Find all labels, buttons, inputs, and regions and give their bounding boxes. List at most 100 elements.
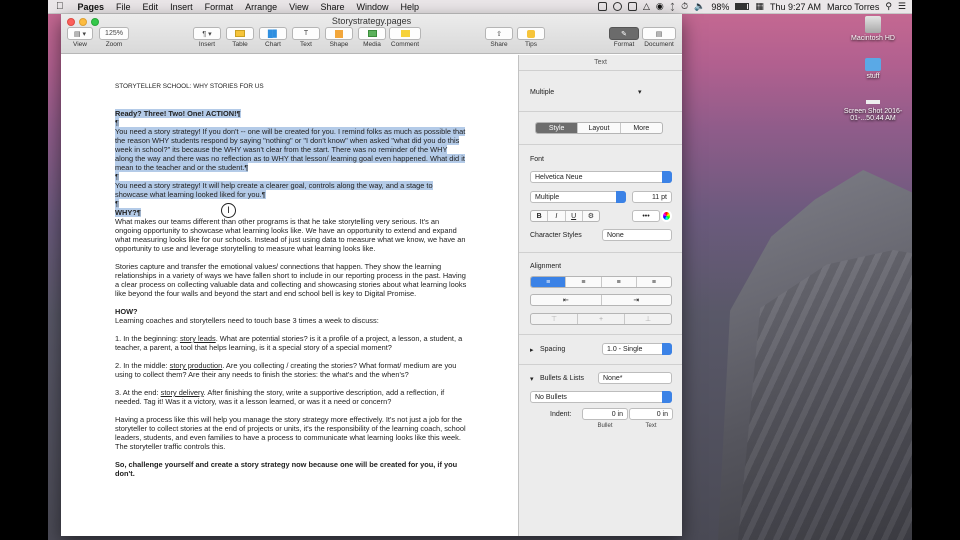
table-button[interactable]: Table <box>226 27 254 48</box>
font-size-field[interactable]: 11 pt <box>632 191 672 203</box>
pilcrow-line[interactable]: ¶ <box>115 199 467 208</box>
view-button[interactable]: ▤ ▾ View <box>67 27 93 48</box>
zoom-button[interactable]: 125% Zoom <box>99 27 129 48</box>
menu-insert[interactable]: Insert <box>164 2 199 12</box>
spacing-label[interactable]: Spacing <box>540 346 565 353</box>
text-button[interactable]: T Text <box>292 27 320 48</box>
menu-edit[interactable]: Edit <box>137 2 165 12</box>
paragraph-how[interactable]: Learning coaches and storytellers need t… <box>115 316 467 325</box>
disclosure-triangle-icon[interactable]: ▸ <box>530 346 534 354</box>
airplay-icon[interactable]: △ <box>643 1 650 12</box>
menu-help[interactable]: Help <box>395 2 426 12</box>
menu-file[interactable]: File <box>110 2 137 12</box>
text-color-well[interactable]: ••• <box>632 210 660 222</box>
notification-center-icon[interactable]: ☰ <box>898 1 906 12</box>
format-button[interactable]: ✎ Format <box>609 27 639 48</box>
list-item-end[interactable]: 3. At the end: story delivery. After fin… <box>115 388 467 406</box>
paragraph-style-name[interactable]: Multiple <box>530 89 554 96</box>
insert-button[interactable]: ¶ ▾ Insert <box>193 27 221 48</box>
apple-menu-icon[interactable]:  <box>48 1 72 12</box>
paragraph-why[interactable]: What makes our teams different than othe… <box>115 217 467 253</box>
increase-indent-icon[interactable]: ⇥ <box>602 295 672 305</box>
chevron-down-icon[interactable]: ▾ <box>638 88 642 96</box>
align-right-icon[interactable]: ≡ <box>602 277 637 287</box>
paragraph-challenge[interactable]: So, challenge yourself and create a stor… <box>115 460 467 478</box>
chart-button[interactable]: █▊ Chart <box>259 27 287 48</box>
tips-button[interactable]: Tips <box>517 27 545 48</box>
disclosure-triangle-icon[interactable]: ▾ <box>530 375 534 383</box>
stop-icon[interactable] <box>627 2 637 11</box>
paragraph-stories-capture[interactable]: Stories capture and transfer the emotion… <box>115 262 467 298</box>
text-indent-field[interactable]: 0 in <box>629 408 673 420</box>
align-left-icon[interactable]: ≡ <box>531 277 567 287</box>
underline-button[interactable]: U <box>566 211 583 221</box>
bullets-lists-label[interactable]: Bullets & Lists <box>540 375 584 382</box>
screen-record-icon[interactable] <box>597 2 607 11</box>
heading-action[interactable]: Ready? Three! Two! One! ACTION!¶ <box>115 109 467 118</box>
document-canvas[interactable]: STORYTELLER SCHOOL: WHY STORIES FOR US R… <box>61 55 518 536</box>
font-family-select[interactable]: Helvetica Neue <box>530 171 672 183</box>
list-term: story delivery <box>160 388 204 397</box>
tab-layout[interactable]: Layout <box>578 123 621 133</box>
input-source-icon[interactable]: ▦ <box>755 1 764 12</box>
sync-icon[interactable] <box>612 2 622 11</box>
align-center-icon[interactable]: ≡ <box>566 277 602 287</box>
gear-icon[interactable]: ⚙ <box>583 211 599 221</box>
share-button[interactable]: ⇧ Share <box>485 27 513 48</box>
window-title: Storystrategy.pages <box>331 16 412 26</box>
italic-button[interactable]: I <box>548 211 566 221</box>
align-justify-icon[interactable]: ≡ <box>637 277 671 287</box>
decrease-indent-icon[interactable]: ⇤ <box>531 295 602 305</box>
align-top-icon[interactable]: ⊤ <box>531 314 578 324</box>
list-item-middle[interactable]: 2. In the middle: story production. Are … <box>115 361 467 379</box>
comment-button[interactable]: Comment <box>389 27 421 48</box>
align-middle-icon[interactable]: + <box>578 314 625 324</box>
document-body[interactable]: STORYTELLER SCHOOL: WHY STORIES FOR US R… <box>115 82 467 478</box>
shape-button[interactable]: Shape <box>325 27 353 48</box>
desktop-icon-macintosh-hd[interactable]: Macintosh HD <box>838 16 908 42</box>
bluetooth-icon[interactable]: ᛨ <box>670 2 675 12</box>
battery-percent[interactable]: 98% <box>711 2 729 12</box>
bullet-type-select[interactable]: No Bullets <box>530 391 672 403</box>
time-machine-icon[interactable]: ⏱ <box>681 1 688 12</box>
menu-window[interactable]: Window <box>351 2 395 12</box>
desktop-icon-label: Macintosh HD <box>851 35 895 42</box>
paragraph-process[interactable]: Having a process like this will help you… <box>115 415 467 451</box>
menu-share[interactable]: Share <box>314 2 350 12</box>
battery-icon[interactable] <box>735 3 750 10</box>
spacing-select[interactable]: 1.0 - Single <box>602 343 672 355</box>
bold-button[interactable]: B <box>531 211 549 221</box>
font-typeface-select[interactable]: Multiple <box>530 191 626 203</box>
spotlight-icon[interactable]: ⚲ <box>885 1 892 12</box>
tab-more[interactable]: More <box>621 123 662 133</box>
menu-view[interactable]: View <box>283 2 314 12</box>
menu-clock[interactable]: Thu 9:27 AM <box>770 2 821 12</box>
media-icon <box>358 27 386 40</box>
heading-why[interactable]: WHY?¶ <box>115 208 467 217</box>
menu-arrange[interactable]: Arrange <box>239 2 283 12</box>
pilcrow-line[interactable]: ¶ <box>115 172 467 181</box>
pilcrow-line[interactable]: ¶ <box>115 118 467 127</box>
align-bottom-icon[interactable]: ⊥ <box>625 314 671 324</box>
tab-style[interactable]: Style <box>536 123 579 133</box>
heading-how[interactable]: HOW? <box>115 307 467 316</box>
list-style-select[interactable]: None* <box>598 372 672 384</box>
character-styles-select[interactable]: None <box>602 229 672 241</box>
list-item-beginning[interactable]: 1. In the beginning: story leads. What a… <box>115 334 467 352</box>
media-button[interactable]: Media <box>358 27 386 48</box>
desktop-icon-screenshot[interactable]: Screen Shot 2016-01-...50.44 AM <box>838 100 908 122</box>
desktop-icon-stuff[interactable]: stuff <box>838 58 908 80</box>
paragraph-clearer-goal[interactable]: You need a story strategy! It will help … <box>115 181 467 199</box>
bullet-indent-field[interactable]: 0 in <box>582 408 628 420</box>
menu-user[interactable]: Marco Torres <box>827 2 879 12</box>
menu-format[interactable]: Format <box>199 2 240 12</box>
wifi-icon[interactable]: ◉ <box>656 1 664 12</box>
document-button[interactable]: ▤ Document <box>642 27 676 48</box>
paragraph-story-strategy[interactable]: You need a story strategy! If you don't … <box>115 127 467 172</box>
volume-icon[interactable]: 🔈 <box>694 1 705 12</box>
document-header[interactable]: STORYTELLER SCHOOL: WHY STORIES FOR US <box>115 82 467 91</box>
menu-app-name[interactable]: Pages <box>72 2 111 12</box>
color-wheel-icon[interactable] <box>661 210 672 222</box>
